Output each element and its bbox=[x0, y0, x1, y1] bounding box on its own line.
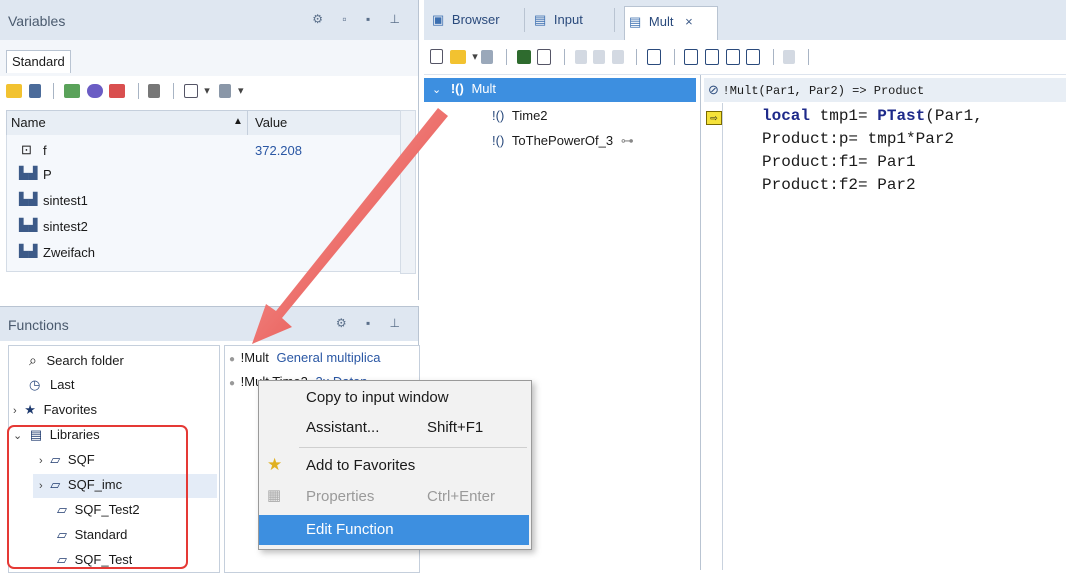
context-menu: Copy to input window Assistant... Shift+… bbox=[258, 380, 532, 550]
star-add-icon: ★ bbox=[267, 455, 283, 474]
menu-item-properties: ▦ Properties Ctrl+Enter bbox=[267, 487, 495, 505]
menu-item-copy-to-input[interactable]: Copy to input window bbox=[259, 383, 529, 413]
properties-icon: ▦ bbox=[267, 487, 282, 504]
menu-separator bbox=[299, 447, 527, 448]
menu-item-assistant[interactable]: Assistant... Shift+F1 bbox=[259, 413, 529, 443]
menu-item-edit-function[interactable]: Edit Function bbox=[259, 515, 529, 545]
menu-item-add-to-favorites[interactable]: ★ Add to Favorites bbox=[259, 451, 529, 481]
red-arrow bbox=[252, 108, 448, 344]
